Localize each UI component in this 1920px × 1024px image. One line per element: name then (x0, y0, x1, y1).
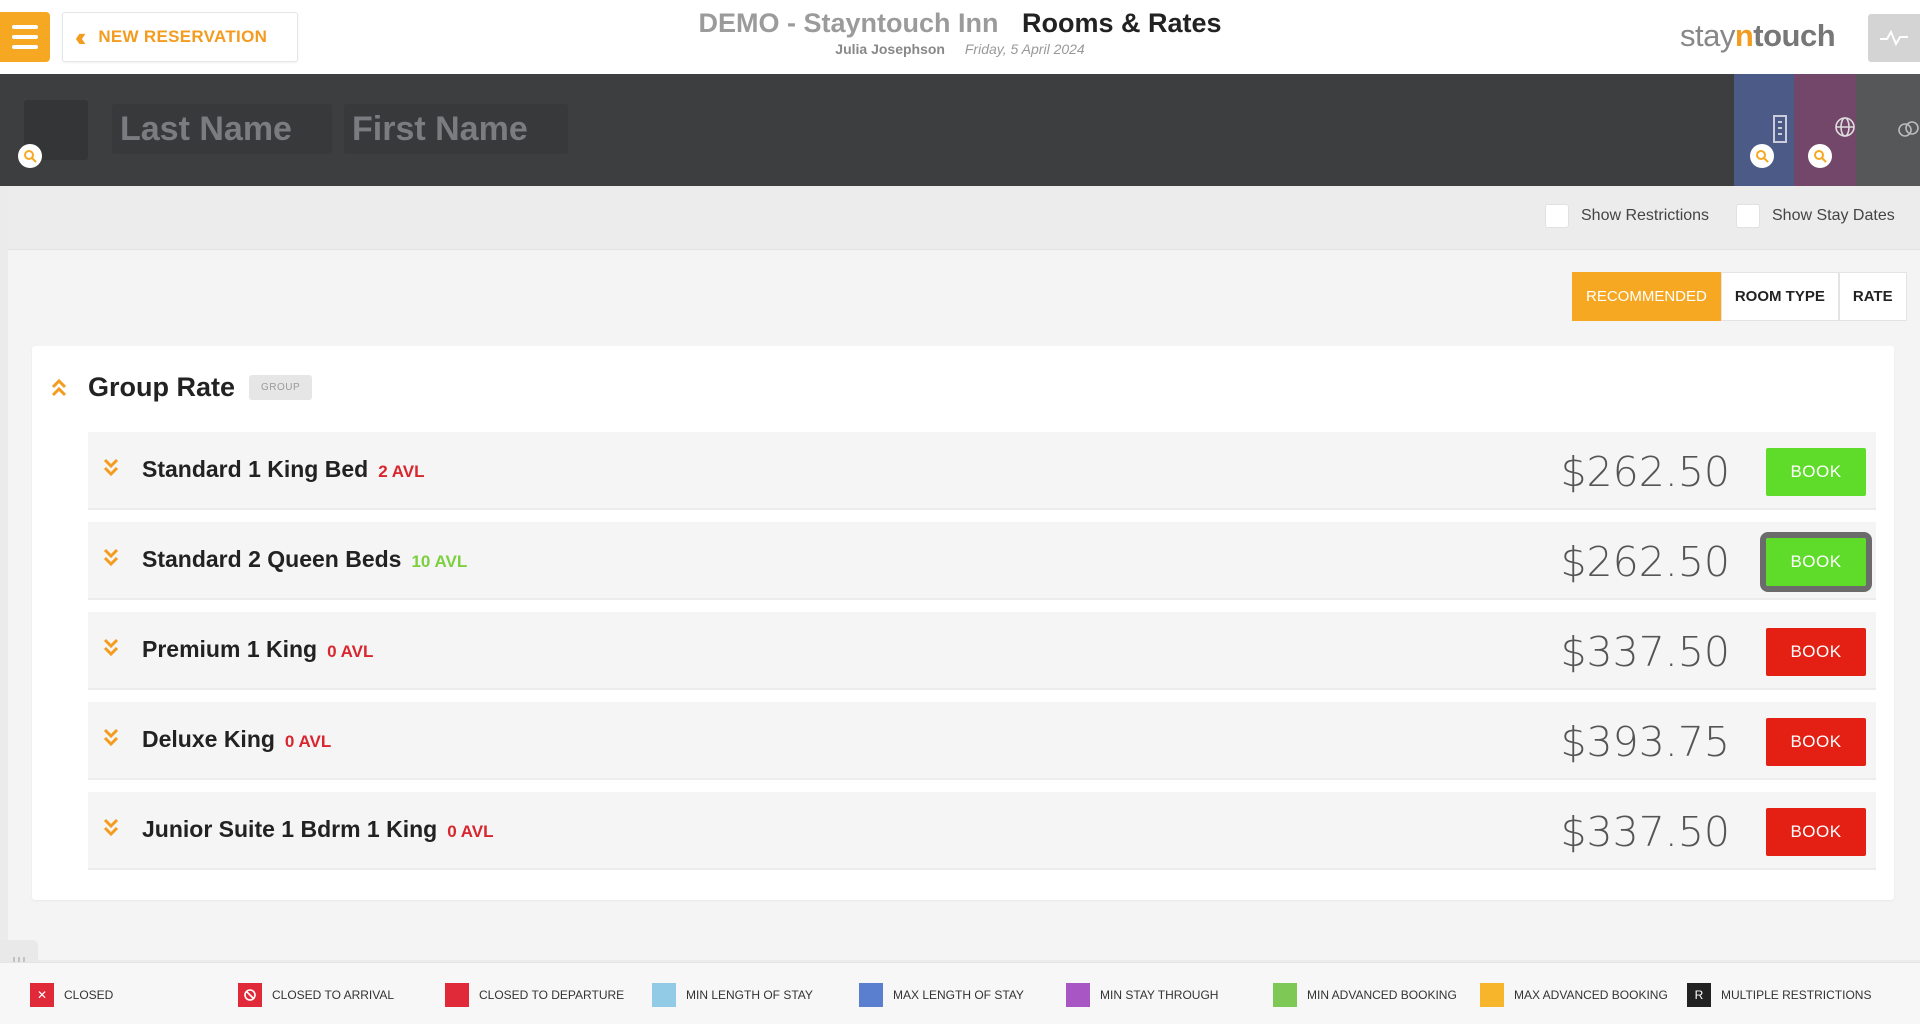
group-rate-header[interactable]: Group Rate GROUP (50, 372, 313, 403)
closed-icon: ✕ (30, 983, 54, 1007)
room-name: Deluxe King 0 AVL (142, 726, 332, 752)
room-name: Premium 1 King 0 AVL (142, 636, 374, 662)
double-chevron-down-icon[interactable] (102, 726, 120, 748)
show-restrictions-checkbox[interactable]: Show Restrictions (1545, 204, 1709, 228)
app-header: ‹‹ NEW RESERVATION DEMO - Stayntouch Inn… (0, 0, 1920, 74)
room-price: $393.75 (1560, 718, 1730, 766)
availability-count: 0 AVL (447, 822, 494, 841)
book-button[interactable]: BOOK (1766, 628, 1866, 676)
book-button[interactable]: BOOK (1766, 808, 1866, 856)
availability-count: 0 AVL (327, 642, 374, 661)
show-restrictions-label: Show Restrictions (1581, 207, 1710, 224)
legend-closed: ✕ CLOSED (30, 983, 113, 1007)
globe-icon (1835, 117, 1855, 137)
book-button[interactable]: BOOK (1766, 448, 1866, 496)
legend-min-length-of-stay: MIN LENGTH OF STAY (652, 983, 813, 1007)
room-row[interactable]: Junior Suite 1 Bdrm 1 King 0 AVL $337.50 … (88, 792, 1876, 870)
room-price: $262.50 (1560, 448, 1730, 496)
guest-search-bar (0, 74, 1920, 186)
room-list: Standard 1 King Bed 2 AVL $262.50 BOOK St… (88, 432, 1876, 882)
room-row[interactable]: Standard 1 King Bed 2 AVL $262.50 BOOK (88, 432, 1876, 510)
book-button[interactable]: BOOK (1760, 532, 1872, 592)
double-chevron-down-icon[interactable] (102, 636, 120, 658)
legend-closed-to-departure: CLOSED TO DEPARTURE (445, 983, 624, 1007)
business-date: Friday, 5 April 2024 (964, 41, 1085, 57)
double-chevron-down-icon[interactable] (102, 816, 120, 838)
restriction-legend: ✕ CLOSED CLOSED TO ARRIVAL CLOSED TO DEP… (0, 962, 1920, 1024)
room-price: $262.50 (1560, 538, 1730, 586)
legend-max-length-of-stay: MAX LENGTH OF STAY (859, 983, 1024, 1007)
building-icon (1773, 115, 1787, 143)
max-advanced-booking-swatch (1480, 983, 1504, 1007)
checkbox-box[interactable] (1736, 204, 1760, 228)
last-name-input[interactable] (112, 104, 332, 154)
min-stay-through-swatch (1066, 983, 1090, 1007)
double-chevron-down-icon[interactable] (102, 456, 120, 478)
search-icon (1750, 144, 1774, 168)
page-heading: DEMO - Stayntouch Inn Rooms & Rates Juli… (0, 8, 1920, 57)
company-card-tile[interactable] (1734, 74, 1794, 186)
closed-to-departure-swatch (445, 983, 469, 1007)
first-name-input[interactable] (344, 104, 568, 154)
room-row[interactable]: Deluxe King 0 AVL $393.75 BOOK (88, 702, 1876, 780)
activity-pulse-button[interactable] (1868, 14, 1920, 62)
rate-panel: Group Rate GROUP Standard 1 King Bed 2 AV… (32, 346, 1894, 900)
pulse-icon (1880, 29, 1908, 47)
room-price: $337.50 (1560, 628, 1730, 676)
tab-recommended[interactable]: RECOMMENDED (1572, 272, 1721, 321)
page-title: Rooms & Rates (1021, 8, 1222, 38)
room-name: Standard 1 King Bed 2 AVL (142, 456, 425, 482)
book-button[interactable]: BOOK (1766, 718, 1866, 766)
max-length-swatch (859, 983, 883, 1007)
show-stay-dates-label: Show Stay Dates (1772, 207, 1895, 224)
room-name: Standard 2 Queen Beds 10 AVL (142, 546, 468, 572)
group-badge: GROUP (249, 375, 313, 400)
room-row[interactable]: Standard 2 Queen Beds 10 AVL $262.50 BOOK (88, 522, 1876, 600)
travel-agent-tile[interactable] (1794, 74, 1856, 186)
hotel-name: DEMO - Stayntouch Inn (698, 8, 999, 38)
legend-min-stay-through: MIN STAY THROUGH (1066, 983, 1218, 1007)
closed-to-arrival-icon (238, 983, 262, 1007)
double-chevron-down-icon[interactable] (102, 546, 120, 568)
room-name: Junior Suite 1 Bdrm 1 King 0 AVL (142, 816, 494, 842)
group-rate-title: Group Rate (88, 372, 236, 402)
availability-count: 10 AVL (411, 552, 468, 571)
search-icon[interactable] (18, 144, 42, 168)
tab-room-type[interactable]: ROOM TYPE (1720, 272, 1839, 321)
user-name: Julia Josephson (835, 41, 945, 57)
legend-min-advanced-booking: MIN ADVANCED BOOKING (1273, 983, 1457, 1007)
checkbox-box[interactable] (1545, 204, 1569, 228)
availability-count: 0 AVL (284, 732, 332, 751)
tab-rate[interactable]: RATE (1838, 272, 1907, 321)
double-chevron-up-icon[interactable] (50, 377, 68, 399)
stayntouch-logo: stayntouch (1680, 18, 1836, 53)
room-row[interactable]: Premium 1 King 0 AVL $337.50 BOOK (88, 612, 1876, 690)
availability-count: 2 AVL (378, 462, 425, 481)
multiple-restrictions-icon: R (1687, 983, 1711, 1007)
show-stay-dates-checkbox[interactable]: Show Stay Dates (1736, 204, 1895, 228)
min-advanced-booking-swatch (1273, 983, 1297, 1007)
legend-max-advanced-booking: MAX ADVANCED BOOKING (1480, 983, 1668, 1007)
room-price: $337.50 (1560, 808, 1730, 856)
search-icon (1808, 144, 1832, 168)
legend-closed-to-arrival: CLOSED TO ARRIVAL (238, 983, 394, 1007)
sort-tabs: RECOMMENDED ROOM TYPE RATE (1572, 272, 1907, 321)
group-tile[interactable] (1856, 74, 1920, 186)
min-length-swatch (652, 983, 676, 1007)
legend-multiple-restrictions: R MULTIPLE RESTRICTIONS (1687, 983, 1871, 1007)
group-rings-icon (1898, 121, 1919, 137)
